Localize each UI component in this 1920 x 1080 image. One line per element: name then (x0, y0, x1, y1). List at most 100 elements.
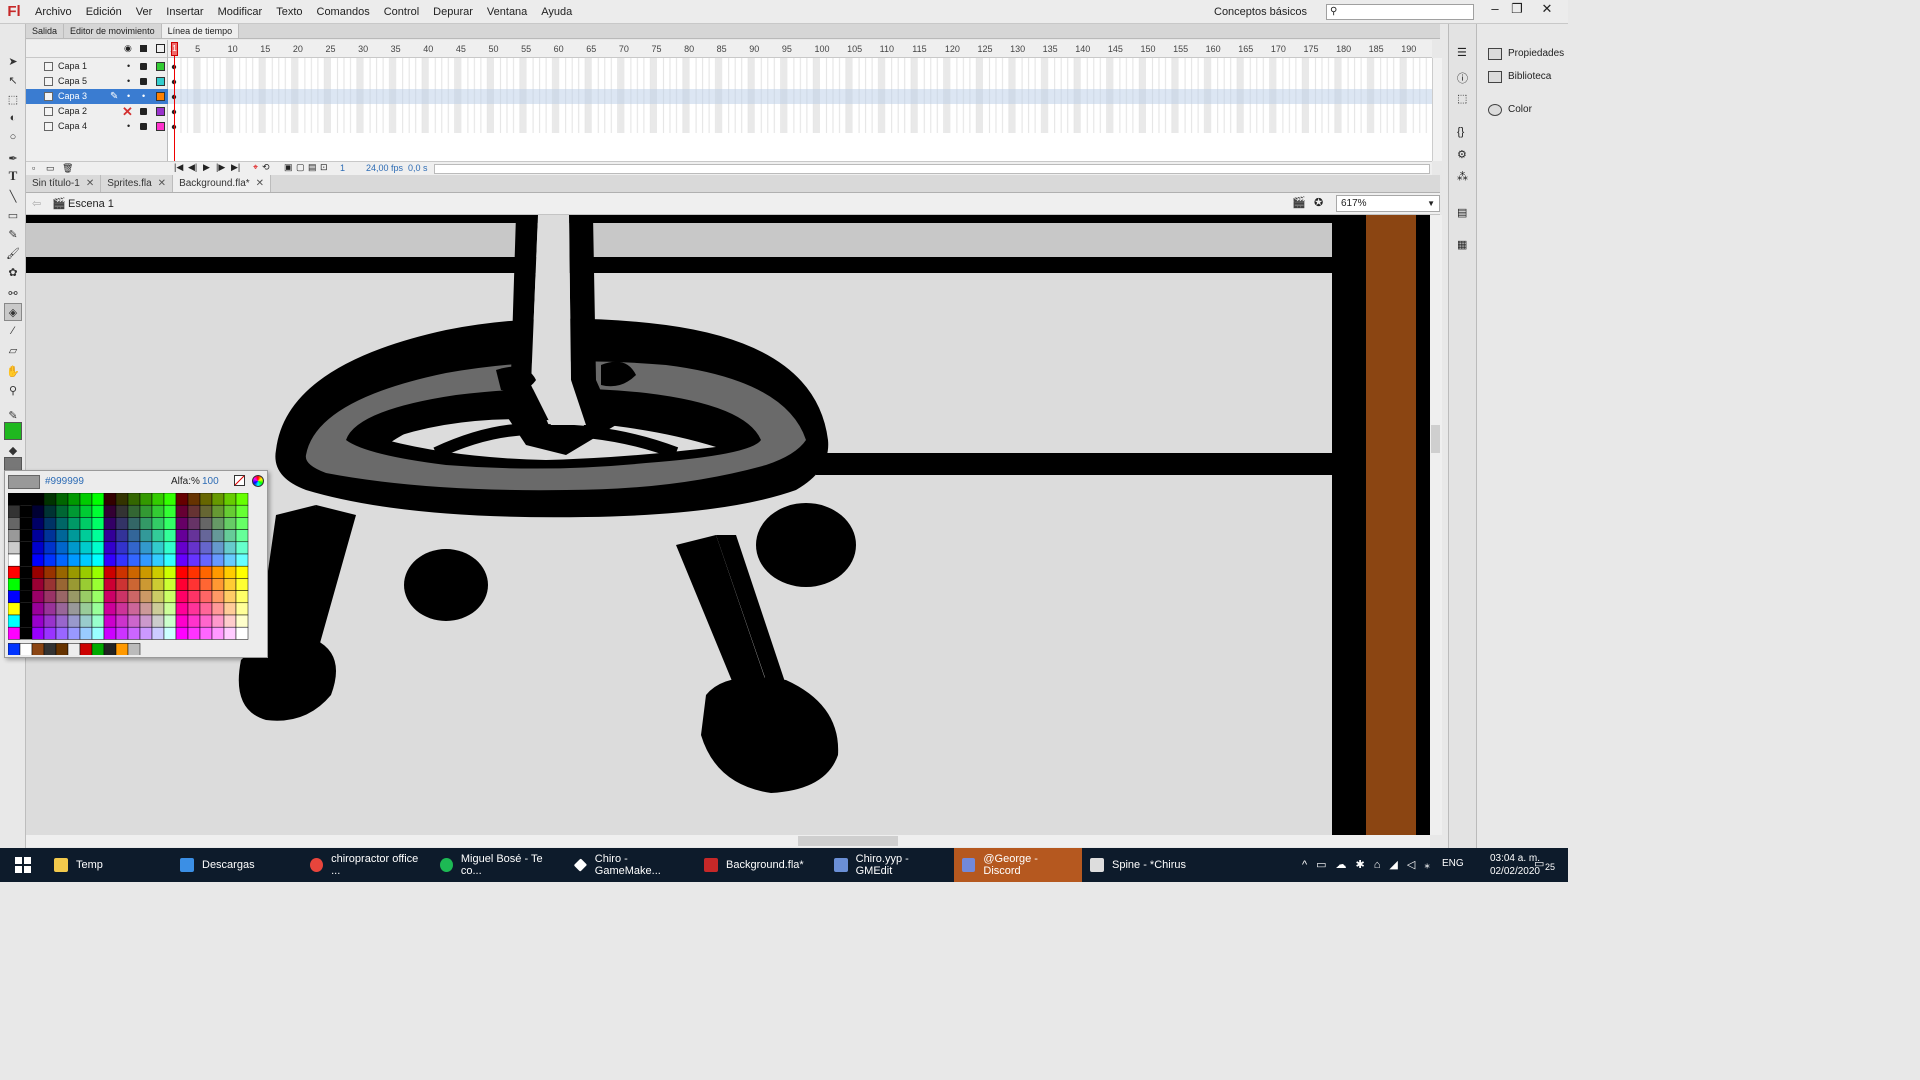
color-swatch[interactable] (31, 553, 45, 567)
bone-tool-icon[interactable]: ⚯ (4, 284, 22, 302)
unlock-dot-icon[interactable]: • (142, 89, 145, 104)
gradient-swatch[interactable] (43, 643, 57, 655)
color-swatch[interactable] (235, 504, 249, 518)
color-swatch[interactable] (31, 504, 45, 518)
color-swatch[interactable] (115, 626, 129, 640)
color-swatch[interactable] (223, 565, 237, 579)
color-swatch[interactable] (139, 541, 153, 555)
color-swatch[interactable] (43, 614, 57, 628)
taskbar-item[interactable]: chiropractor office ... (302, 848, 432, 882)
color-swatch[interactable] (199, 626, 213, 640)
color-swatch[interactable] (211, 541, 225, 555)
color-swatch[interactable] (67, 578, 81, 591)
color-swatch[interactable] (115, 602, 129, 616)
color-swatch[interactable] (199, 553, 213, 567)
visible-dot-icon[interactable]: • (127, 89, 130, 104)
color-swatch[interactable] (163, 614, 177, 628)
color-swatch[interactable] (115, 517, 129, 530)
color-swatch[interactable] (20, 541, 32, 554)
menu-modificar[interactable]: Modificar (211, 0, 270, 24)
tab-linea-tiempo[interactable]: Línea de tiempo (161, 24, 240, 38)
color-picker-icon[interactable] (252, 475, 264, 487)
color-swatch[interactable] (55, 517, 69, 530)
taskbar-item[interactable]: Background.fla* (696, 848, 826, 882)
layer-row[interactable]: Capa 4 • (26, 119, 168, 134)
layer-color-swatch[interactable] (156, 92, 165, 101)
color-swatch[interactable] (127, 493, 141, 506)
text-tool-icon[interactable]: T (4, 167, 22, 185)
gradient-swatch[interactable] (115, 643, 129, 655)
color-swatch[interactable] (103, 602, 117, 616)
lock-icon[interactable] (140, 123, 147, 130)
color-swatch[interactable] (91, 517, 105, 530)
color-swatch[interactable] (163, 529, 177, 543)
color-swatch[interactable] (115, 493, 129, 506)
color-swatch[interactable] (91, 504, 105, 518)
color-swatch[interactable] (187, 541, 201, 555)
menu-ver[interactable]: Ver (129, 0, 160, 24)
onion-outline-icon[interactable]: ▢ (296, 162, 305, 173)
color-swatch[interactable] (67, 553, 81, 567)
search-input[interactable]: ⚲ (1326, 4, 1474, 20)
color-swatch[interactable] (127, 565, 141, 579)
menu-control[interactable]: Control (377, 0, 426, 24)
color-swatch[interactable] (31, 614, 45, 628)
close-icon[interactable]: ✕ (86, 178, 94, 189)
color-swatch[interactable] (91, 541, 105, 555)
color-swatch[interactable] (79, 602, 93, 616)
gradient-swatch[interactable] (55, 643, 69, 655)
color-swatch[interactable] (55, 602, 69, 616)
color-swatch[interactable] (103, 493, 117, 506)
color-panel-button[interactable]: Color (1486, 100, 1566, 120)
current-frame[interactable]: 1 (340, 163, 345, 173)
color-swatch[interactable] (151, 493, 165, 506)
color-swatch[interactable] (175, 529, 189, 543)
gradient-swatch[interactable] (103, 643, 117, 655)
lock-icon[interactable] (140, 108, 147, 115)
color-swatch[interactable] (91, 590, 105, 604)
color-swatch[interactable] (163, 517, 177, 530)
color-swatch[interactable] (187, 493, 201, 506)
color-swatch[interactable] (79, 541, 93, 555)
no-color-icon[interactable] (234, 475, 245, 486)
eyedropper-tool-icon[interactable]: ⁄ (4, 322, 22, 340)
color-swatch[interactable] (115, 590, 129, 604)
color-swatch[interactable] (211, 614, 225, 628)
notification-icon[interactable]: ▭ (1534, 857, 1544, 870)
color-swatch[interactable] (43, 541, 57, 555)
color-swatch[interactable] (235, 614, 249, 628)
color-swatch[interactable] (67, 590, 81, 604)
layer-color-swatch[interactable] (156, 62, 165, 71)
color-swatch[interactable] (163, 590, 177, 604)
hand-tool-icon[interactable]: ✋ (4, 362, 22, 380)
layer-row[interactable]: Capa 1 • (26, 59, 168, 74)
color-swatch[interactable] (187, 565, 201, 579)
delete-layer-icon[interactable]: 🗑 (62, 163, 73, 174)
info-panel-icon[interactable]: ⓘ (1457, 70, 1468, 86)
color-swatch[interactable] (43, 602, 57, 616)
hidden-x-icon[interactable]: ✕ (122, 104, 133, 119)
color-swatch[interactable] (163, 578, 177, 591)
elapsed-time[interactable]: 0,0 s (408, 163, 428, 173)
color-swatch[interactable] (235, 541, 249, 555)
color-swatch[interactable] (175, 578, 189, 591)
menu-ayuda[interactable]: Ayuda (534, 0, 579, 24)
color-swatch[interactable] (20, 517, 32, 530)
menu-depurar[interactable]: Depurar (426, 0, 480, 24)
taskbar-item[interactable]: Spine - *Chirus (1082, 848, 1202, 882)
next-frame-icon[interactable]: |▶ (216, 162, 225, 173)
color-swatch[interactable] (211, 602, 225, 616)
color-swatch[interactable] (151, 602, 165, 616)
color-swatch[interactable] (115, 541, 129, 555)
maximize-button[interactable]: ❐ (1506, 0, 1528, 20)
color-swatch[interactable] (103, 517, 117, 530)
color-swatch[interactable] (175, 541, 189, 555)
selection-tool-icon[interactable]: ➤ (4, 52, 22, 70)
color-swatch[interactable] (20, 590, 32, 603)
color-swatch[interactable] (127, 614, 141, 628)
taskbar-item[interactable]: Descargas (172, 848, 302, 882)
play-icon[interactable]: ▶ (203, 162, 210, 173)
color-swatch[interactable] (151, 590, 165, 604)
color-swatch[interactable] (163, 626, 177, 640)
timeline-vscroll[interactable] (1432, 58, 1442, 161)
